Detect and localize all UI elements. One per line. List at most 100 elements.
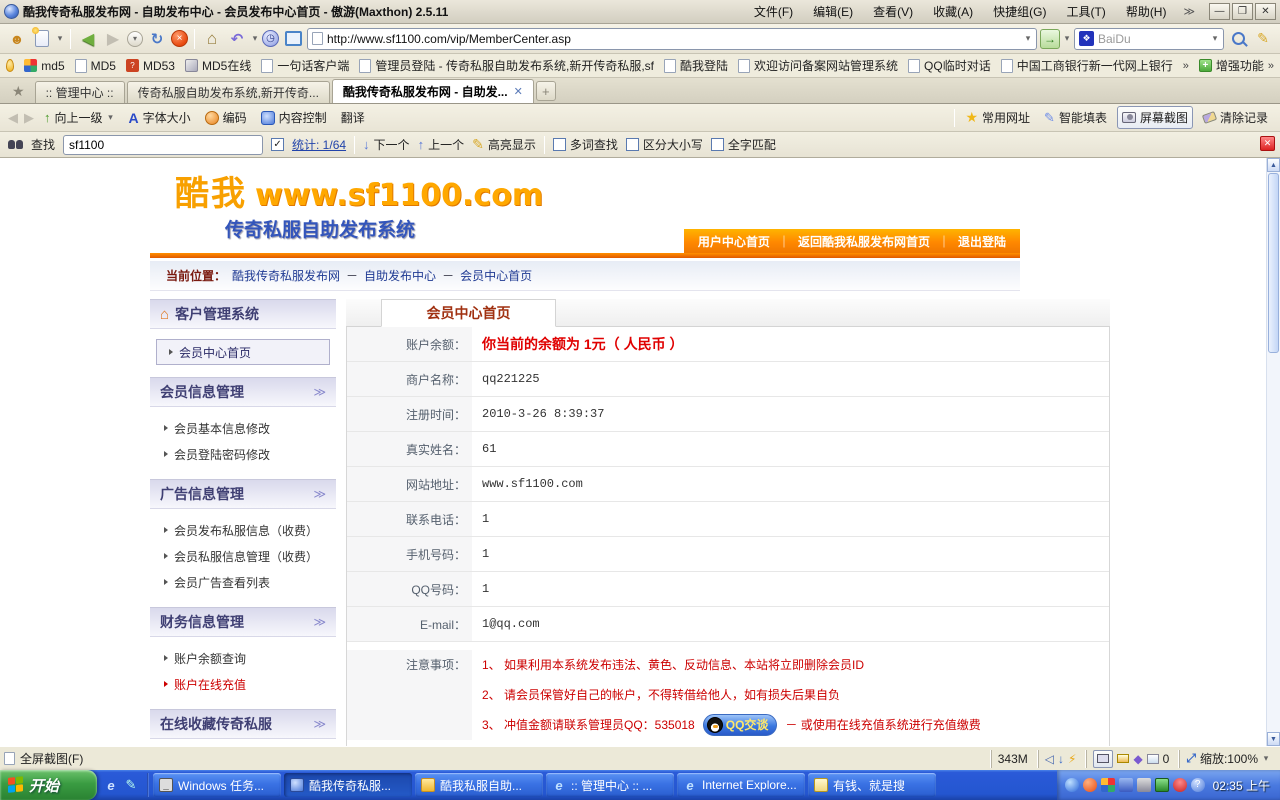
sidebar-item-change-password[interactable]: 会员登陆密码修改 [150,441,336,467]
stats-checkbox[interactable]: ✓ [271,138,284,151]
tab-member-center-active[interactable]: 酷我传奇私服发布网 - 自助发...✕ [332,79,534,103]
screenshot-button[interactable]: 屏幕截图 [1117,106,1193,129]
highlight-button[interactable]: ✎高亮显示 [472,136,536,153]
task-internet-explorer[interactable]: eInternet Explore... [677,773,805,797]
minimize-button[interactable]: — [1209,3,1230,20]
bookmark-MD53[interactable]: ?MD53 [126,59,175,73]
history-dropdown-icon[interactable]: ▾ [127,31,143,47]
sidebar-section-ad-info[interactable]: 广告信息管理 ≫ [150,479,336,509]
window-view-button[interactable] [282,28,304,50]
zoom-dropdown-icon[interactable]: ▾ [1262,753,1270,764]
menu-favorites[interactable]: 收藏(A) [924,1,982,22]
zoom-level[interactable]: 缩放:100% [1200,750,1258,767]
tray-blue-icon[interactable] [1065,778,1079,792]
go-button[interactable]: → [1040,29,1060,49]
bookmark-icbc[interactable]: 中国工商银行新一代网上银行 [1001,57,1173,74]
sidebar-section-favorites[interactable]: 在线收藏传奇私服 ≫ [150,709,336,739]
window-mode-button[interactable] [1093,750,1113,768]
quicklaunch-icon[interactable]: ✎ [123,777,139,793]
breadcrumb-member-home[interactable]: 会员中心首页 [460,267,532,284]
stats-link[interactable]: 统计: 1/64 [292,136,346,153]
new-window-icon[interactable] [1117,754,1129,763]
task-folder[interactable]: 酷我私服自助... [415,773,543,797]
refresh-button[interactable]: ↻ [146,28,168,50]
tray-grid-icon[interactable] [1101,778,1115,792]
highlighter-button[interactable]: ✎ [1252,28,1274,50]
small-back-icon[interactable]: ◀ [8,110,18,126]
ie-quicklaunch-icon[interactable]: e [103,777,119,793]
tab-favorite-icon[interactable]: ★ [12,83,25,100]
up-level-button[interactable]: ↑向上一级▾ [40,107,119,128]
breadcrumb-site-home[interactable]: 酷我传奇私服发布网 [232,267,340,284]
tab-admin-center[interactable]: :: 管理中心 :: [35,81,125,103]
sidebar-section-member-info[interactable]: 会员信息管理 ≫ [150,377,336,407]
multi-find-checkbox[interactable] [553,138,566,151]
tray-orange-icon[interactable] [1083,778,1097,792]
new-page-button[interactable] [31,28,53,50]
encoding-button[interactable]: 编码 [201,107,251,128]
enhance-features[interactable]: +增强功能» [1199,57,1274,74]
undo-button[interactable]: ↶ [226,28,248,50]
find-next-button[interactable]: ↓下一个 [363,136,410,153]
task-search-app[interactable]: 有钱、就是搜 [808,773,936,797]
bookmark-kuwo-login[interactable]: 酷我登陆 [664,57,728,74]
home-button[interactable]: ⌂ [201,28,223,50]
menu-edit[interactable]: 编辑(E) [804,1,862,22]
translate-button[interactable]: 翻译 [337,107,369,128]
task-windows-taskmgr[interactable]: _Windows 任务... [153,773,281,797]
start-button[interactable]: 开始 [0,770,97,800]
sidebar-item-edit-basic-info[interactable]: 会员基本信息修改 [150,415,336,441]
sidebar-item-manage-server-info[interactable]: 会员私服信息管理（收费） [150,543,336,569]
tab-close-icon[interactable]: ✕ [514,85,523,98]
nav-user-center-home[interactable]: 用户中心首页 [698,233,770,250]
auto-fill-button[interactable]: ✎智能填表 [1040,107,1111,128]
favorites-shield-icon[interactable] [6,59,14,72]
match-case-option[interactable]: 区分大小写 [626,136,703,153]
match-case-checkbox[interactable] [626,138,639,151]
resize-icon[interactable]: ⤢ [1186,751,1196,766]
download-icon[interactable]: ↓ [1058,752,1064,766]
page-scrollbar[interactable]: ▲ ▼ [1266,158,1280,746]
maximize-button[interactable]: ❐ [1232,3,1253,20]
close-button[interactable]: ✕ [1255,3,1276,20]
search-button[interactable] [1227,28,1249,50]
find-close-button[interactable]: ✕ [1260,136,1275,151]
stop-button[interactable]: × [171,30,188,47]
tray-help-icon[interactable]: ? [1191,778,1205,792]
go-dropdown-icon[interactable]: ▾ [1063,33,1071,44]
qq-chat-button[interactable]: QQ交谈 [703,714,778,736]
bookmark-md5-online[interactable]: MD5在线 [185,57,251,74]
small-forward-icon[interactable]: ▶ [24,110,34,126]
address-bar[interactable]: ▾ [307,28,1037,50]
bookmark-md5[interactable]: md5 [24,59,64,73]
scroll-up-icon[interactable]: ▲ [1267,158,1280,172]
clear-history-button[interactable]: 清除记录 [1199,107,1272,128]
undo-dropdown-icon[interactable]: ▾ [251,33,259,44]
tab-publish-system[interactable]: 传奇私服自助发布系统,新开传奇... [127,81,330,103]
new-page-dropdown-icon[interactable]: ▾ [56,33,64,44]
breadcrumb-publish-center[interactable]: 自助发布中心 [364,267,436,284]
nav-logout[interactable]: 退出登陆 [958,233,1006,250]
menu-file[interactable]: 文件(F) [745,1,802,22]
task-maxthon-active[interactable]: 酷我传奇私服... [284,773,412,797]
address-dropdown-icon[interactable]: ▾ [1024,33,1032,44]
account-icon[interactable]: ☻ [6,28,28,50]
menu-overflow-icon[interactable]: ≫ [1177,5,1201,18]
menu-groups[interactable]: 快捷组(G) [984,1,1055,22]
forward-button[interactable]: ▶ [102,28,124,50]
find-input[interactable] [63,135,263,155]
bookmark-client[interactable]: 一句话客户端 [261,57,349,74]
bookmark-admin-login[interactable]: 管理员登陆 - 传奇私服自助发布系统,新开传奇私服,sf [359,57,654,74]
sidebar-item-balance-query[interactable]: 账户余额查询 [150,645,336,671]
menu-tools[interactable]: 工具(T) [1057,1,1114,22]
image-filter-icon[interactable] [1147,754,1159,764]
scroll-down-icon[interactable]: ▼ [1267,732,1280,746]
nav-return-home[interactable]: 返回酷我私服发布网首页 [798,233,930,250]
speaker-icon[interactable]: ◁ [1045,752,1054,766]
scroll-thumb[interactable] [1268,173,1279,353]
whole-word-checkbox[interactable] [711,138,724,151]
content-control-button[interactable]: 内容控制 [257,107,331,128]
address-input[interactable] [327,32,1020,46]
site-logo[interactable]: 酷我 www.sf1100.com [175,166,1110,215]
sidebar-section-finance[interactable]: 财务信息管理 ≫ [150,607,336,637]
